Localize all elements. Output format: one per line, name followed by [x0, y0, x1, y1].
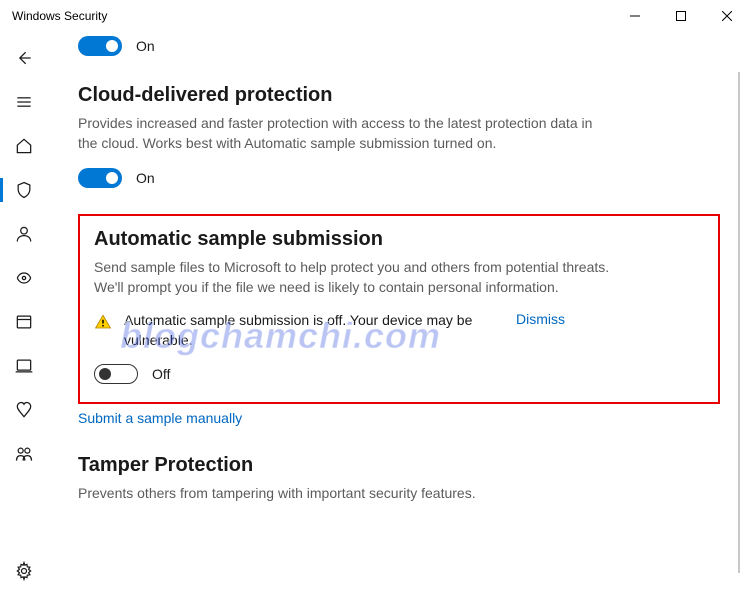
nav-account[interactable] [0, 212, 48, 256]
submit-sample-link[interactable]: Submit a sample manually [78, 410, 242, 426]
nav-firewall[interactable] [0, 256, 48, 300]
cloud-section: Cloud-delivered protection Provides incr… [78, 84, 720, 188]
nav-home[interactable] [0, 124, 48, 168]
nav-settings[interactable] [0, 549, 48, 593]
auto-sample-warning: Automatic sample submission is off. Your… [124, 311, 494, 350]
realtime-toggle[interactable] [78, 36, 122, 56]
close-button[interactable] [704, 0, 750, 32]
window-title: Windows Security [12, 9, 107, 23]
minimize-button[interactable] [612, 0, 658, 32]
tamper-desc: Prevents others from tampering with impo… [78, 483, 598, 503]
auto-sample-toggle-label: Off [152, 366, 170, 382]
sidebar [0, 32, 48, 593]
cloud-desc: Provides increased and faster protection… [78, 113, 598, 154]
tamper-heading: Tamper Protection [78, 454, 720, 477]
cloud-heading: Cloud-delivered protection [78, 84, 720, 107]
auto-sample-heading: Automatic sample submission [94, 228, 704, 251]
nav-app-browser[interactable] [0, 300, 48, 344]
nav-virus-threat[interactable] [0, 168, 48, 212]
scrollbar[interactable] [738, 72, 740, 573]
nav-family[interactable] [0, 432, 48, 476]
auto-sample-toggle[interactable] [94, 364, 138, 384]
auto-sample-section: Automatic sample submission Send sample … [78, 214, 720, 405]
cloud-toggle-label: On [136, 170, 155, 186]
nav-device-security[interactable] [0, 344, 48, 388]
maximize-button[interactable] [658, 0, 704, 32]
menu-button[interactable] [0, 80, 48, 124]
main-content: On Cloud-delivered protection Provides i… [48, 32, 750, 593]
warning-icon [94, 313, 112, 334]
nav-device-performance[interactable] [0, 388, 48, 432]
realtime-toggle-label: On [136, 38, 155, 54]
title-bar: Windows Security [0, 0, 750, 32]
back-button[interactable] [0, 36, 48, 80]
tamper-section: Tamper Protection Prevents others from t… [78, 454, 720, 503]
dismiss-link[interactable]: Dismiss [516, 311, 565, 327]
auto-sample-desc: Send sample files to Microsoft to help p… [94, 257, 614, 298]
cloud-toggle[interactable] [78, 168, 122, 188]
